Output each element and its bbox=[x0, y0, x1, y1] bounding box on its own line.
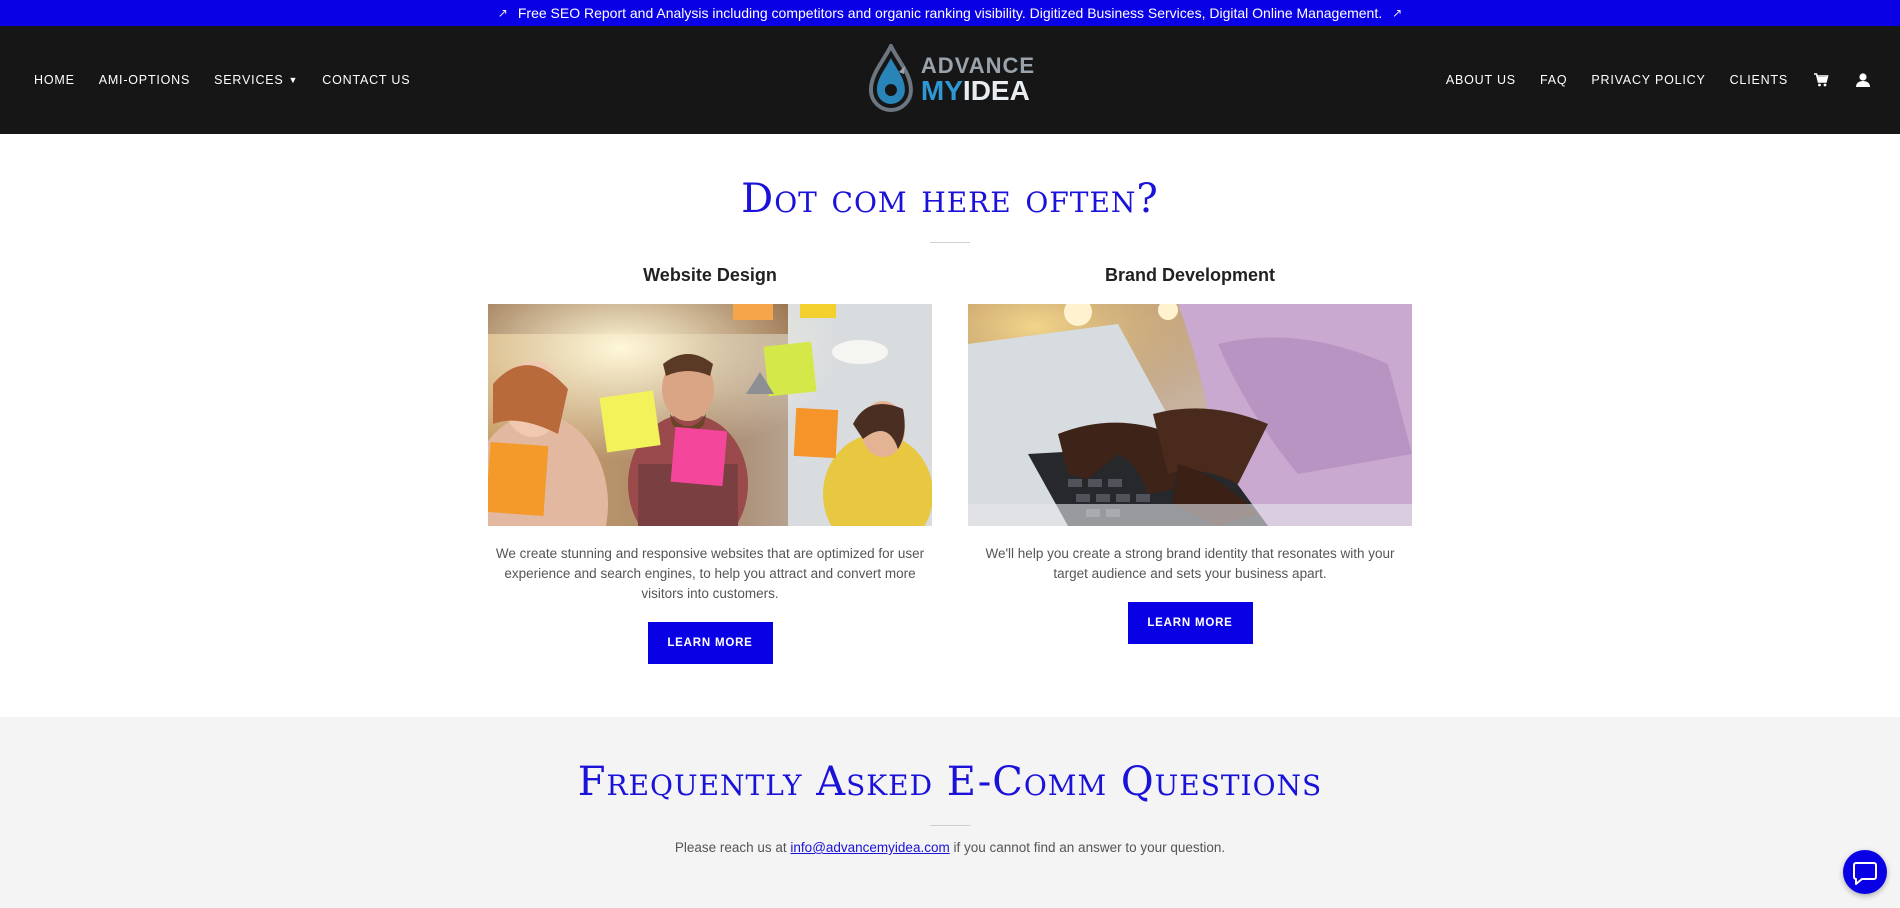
logo-bottom-text: MYIDEA bbox=[921, 77, 1035, 105]
section-divider bbox=[930, 825, 970, 826]
contact-email-link[interactable]: info@advancemyidea.com bbox=[790, 840, 949, 855]
nav-clients[interactable]: CLIENTS bbox=[1730, 73, 1788, 87]
rocket-icon: ↗ bbox=[1392, 6, 1403, 20]
faq-contact-text: Please reach us at info@advancemyidea.co… bbox=[0, 840, 1900, 855]
announcement-bar: ↗ Free SEO Report and Analysis including… bbox=[0, 0, 1900, 26]
nav-contact-us[interactable]: CONTACT US bbox=[322, 73, 410, 87]
service-card-brand-development: Brand Development We'll help you create … bbox=[968, 265, 1412, 664]
services-section-title: Dot com here often? bbox=[741, 176, 1159, 222]
faq-text-before: Please reach us at bbox=[674, 840, 791, 855]
site-header: HOME AMI-OPTIONS SERVICES ▼ CONTACT US AD… bbox=[0, 26, 1900, 134]
nav-privacy-policy[interactable]: PRIVACY POLICY bbox=[1591, 73, 1705, 87]
website-design-image bbox=[488, 304, 932, 526]
caret-down-icon: ▼ bbox=[288, 75, 299, 85]
logo-text: ADVANCE MYIDEA bbox=[921, 55, 1035, 105]
services-section: Dot com here often? Website Design We cr… bbox=[0, 134, 1900, 717]
nav-about-us[interactable]: ABOUT US bbox=[1446, 73, 1516, 87]
faq-text-after: if you cannot find an answer to your que… bbox=[949, 840, 1226, 855]
announcement-text: Free SEO Report and Analysis including c… bbox=[517, 5, 1383, 21]
chat-button[interactable] bbox=[1843, 850, 1887, 894]
nav-home[interactable]: HOME bbox=[34, 73, 75, 87]
section-divider bbox=[930, 242, 970, 243]
logo-top-text: ADVANCE bbox=[920, 53, 1036, 78]
brand-development-image bbox=[968, 304, 1412, 526]
secondary-nav: ABOUT US FAQ PRIVACY POLICY CLIENTS bbox=[1446, 26, 1872, 134]
faq-section: Frequently Asked E-Comm Questions Please… bbox=[0, 717, 1900, 908]
learn-more-button[interactable]: LEARN MORE bbox=[647, 622, 773, 664]
card-description: We'll help you create a strong brand ide… bbox=[985, 546, 1395, 581]
nav-faq[interactable]: FAQ bbox=[1540, 73, 1567, 87]
faq-section-title: Frequently Asked E-Comm Questions bbox=[577, 759, 1323, 805]
card-title: Brand Development bbox=[1104, 265, 1276, 285]
card-description: We create stunning and responsive websit… bbox=[495, 546, 925, 601]
logo-my-text: MY bbox=[920, 75, 963, 106]
service-card-website-design: Website Design We create stunning and re… bbox=[488, 265, 932, 664]
account-icon[interactable] bbox=[1854, 71, 1872, 89]
chat-bubble-icon bbox=[1853, 862, 1877, 885]
site-logo[interactable]: ADVANCE MYIDEA bbox=[865, 44, 1035, 116]
rocket-icon: ↗ bbox=[497, 6, 508, 20]
logo-drop-icon bbox=[868, 44, 913, 112]
service-cards: Website Design We create stunning and re… bbox=[0, 265, 1900, 664]
nav-ami-options[interactable]: AMI-OPTIONS bbox=[99, 73, 190, 87]
cart-icon[interactable] bbox=[1812, 71, 1830, 89]
primary-nav: HOME AMI-OPTIONS SERVICES ▼ CONTACT US bbox=[34, 26, 410, 134]
nav-services[interactable]: SERVICES ▼ bbox=[214, 73, 298, 87]
card-title: Website Design bbox=[643, 265, 777, 285]
logo-idea-text: IDEA bbox=[962, 75, 1030, 106]
nav-services-label: SERVICES bbox=[214, 73, 284, 87]
learn-more-button[interactable]: LEARN MORE bbox=[1127, 602, 1253, 644]
